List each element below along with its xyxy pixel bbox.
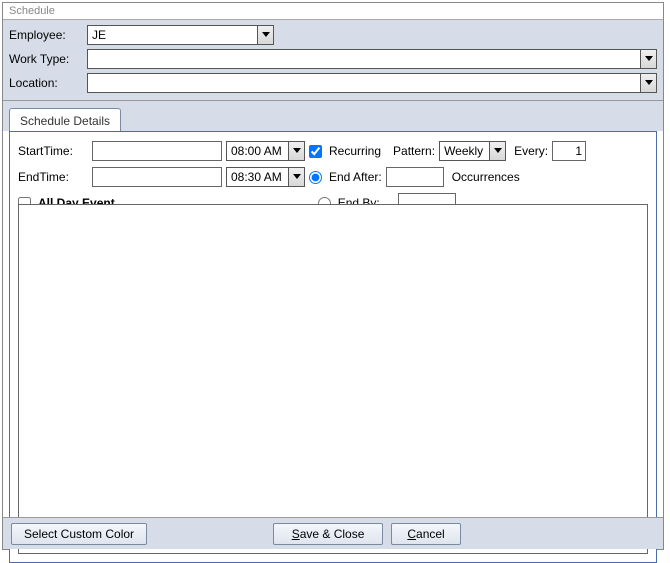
footer-bar: Select Custom Color Save & Close Cancel — [3, 517, 663, 549]
chevron-down-icon — [262, 32, 270, 38]
employee-input[interactable] — [87, 25, 257, 45]
header-panel: Employee: Work Type: Location: — [3, 20, 663, 101]
pattern-combo[interactable] — [439, 141, 506, 161]
employee-label: Employee: — [9, 28, 87, 42]
chevron-down-icon — [293, 148, 301, 154]
employee-dropdown-button[interactable] — [257, 25, 274, 45]
endtime-time-dropdown[interactable] — [288, 167, 305, 187]
starttime-date-input[interactable] — [92, 141, 222, 161]
pattern-dropdown[interactable] — [489, 141, 506, 161]
schedule-window: Schedule Employee: Work Type: Location: — [2, 2, 664, 550]
starttime-time-input[interactable] — [226, 141, 288, 161]
cancel-button[interactable]: Cancel — [391, 523, 461, 545]
tab-strip: Schedule Details — [3, 101, 663, 131]
recurring-label: Recurring — [329, 144, 381, 158]
location-label: Location: — [9, 76, 87, 90]
endtime-time-combo[interactable] — [226, 167, 305, 187]
every-label: Every: — [514, 144, 548, 158]
employee-combo[interactable] — [87, 25, 274, 45]
select-custom-color-button[interactable]: Select Custom Color — [11, 523, 147, 545]
location-combo[interactable] — [87, 73, 657, 93]
endtime-date-input[interactable] — [92, 167, 222, 187]
starttime-time-dropdown[interactable] — [288, 141, 305, 161]
worktype-input[interactable] — [87, 49, 640, 69]
endafter-label: End After: — [329, 170, 382, 184]
recurring-checkbox[interactable] — [309, 145, 322, 158]
save-close-button[interactable]: Save & Close — [273, 523, 383, 545]
notes-area[interactable] — [18, 204, 648, 554]
endafter-input[interactable] — [386, 167, 444, 187]
save-mnemonic: S — [292, 527, 300, 541]
starttime-label: StartTime: — [18, 144, 88, 158]
worktype-combo[interactable] — [87, 49, 657, 69]
save-rest: ave & Close — [300, 527, 365, 541]
cancel-rest: ancel — [416, 527, 445, 541]
every-input[interactable] — [552, 141, 586, 161]
endtime-label: EndTime: — [18, 170, 88, 184]
occurrences-label: Occurrences — [452, 170, 520, 184]
chevron-down-icon — [645, 80, 653, 86]
cancel-mnemonic: C — [407, 527, 416, 541]
endtime-time-input[interactable] — [226, 167, 288, 187]
starttime-time-combo[interactable] — [226, 141, 305, 161]
worktype-dropdown-button[interactable] — [640, 49, 657, 69]
pattern-label: Pattern: — [393, 144, 435, 158]
chevron-down-icon — [645, 56, 653, 62]
chevron-down-icon — [293, 174, 301, 180]
schedule-details-panel: StartTime: Recurring Pattern: Every: End… — [9, 131, 657, 563]
window-title: Schedule — [3, 3, 663, 20]
tab-label: Schedule Details — [20, 114, 110, 128]
location-dropdown-button[interactable] — [640, 73, 657, 93]
tab-schedule-details[interactable]: Schedule Details — [9, 108, 121, 132]
chevron-down-icon — [494, 148, 502, 154]
location-input[interactable] — [87, 73, 640, 93]
endafter-radio[interactable] — [309, 171, 322, 184]
worktype-label: Work Type: — [9, 52, 87, 66]
button-label: Select Custom Color — [24, 527, 134, 541]
pattern-input[interactable] — [439, 141, 489, 161]
